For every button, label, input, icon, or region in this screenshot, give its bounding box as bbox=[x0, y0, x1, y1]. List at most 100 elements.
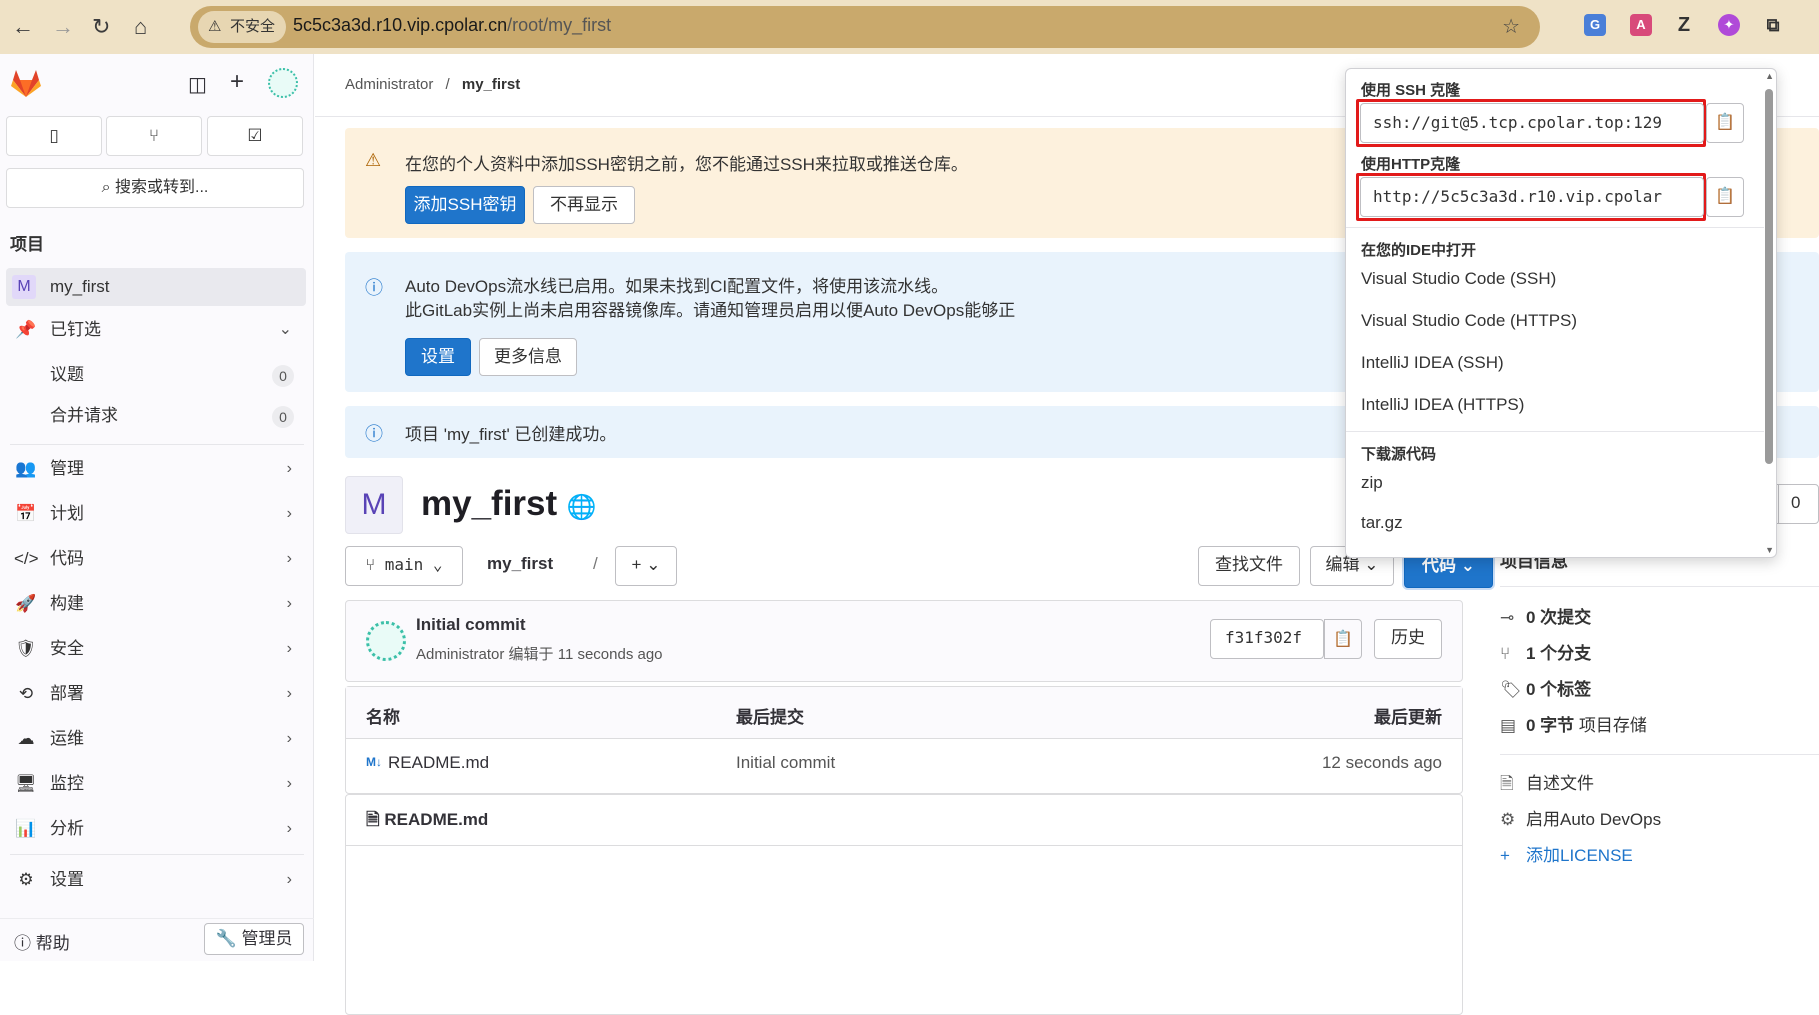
tag-icon: 🏷 bbox=[1500, 680, 1522, 699]
add-ssh-key-button[interactable]: 添加SSH密钥 bbox=[405, 186, 525, 224]
open-vscode-https[interactable]: Visual Studio Code (HTTPS) bbox=[1361, 311, 1577, 331]
add-license-link[interactable]: + 添加LICENSE bbox=[1500, 842, 1633, 870]
storage-link[interactable]: ▤ 0 字节 项目存储 bbox=[1500, 712, 1647, 740]
commits-link[interactable]: ⊸ 0 次提交 bbox=[1500, 604, 1591, 632]
brain-extension-icon[interactable]: ✦ bbox=[1718, 14, 1740, 36]
chevron-down-icon: ⌄ bbox=[278, 321, 292, 338]
readme-link[interactable]: 🗎 自述文件 bbox=[1500, 770, 1594, 798]
todos-shortcut-button[interactable]: ☑ bbox=[207, 116, 303, 156]
browser-chrome: ← → ↻ ⌂ ⚠ 不安全 5c5c3a3d.r10.vip.cpolar.cn… bbox=[0, 0, 1819, 54]
sidebar-item-deploy[interactable]: ⟲ 部署 › bbox=[6, 675, 306, 713]
sidebar-item-project[interactable]: M my_first bbox=[6, 268, 306, 306]
download-zip[interactable]: zip bbox=[1361, 473, 1383, 493]
security-indicator[interactable]: ⚠ 不安全 bbox=[198, 11, 286, 43]
home-icon[interactable]: ⌂ bbox=[134, 14, 147, 40]
branches-link[interactable]: ⑂ 1 个分支 bbox=[1500, 640, 1591, 668]
sidebar-item-security[interactable]: 🛡 安全 › bbox=[6, 630, 306, 668]
download-tar-gz[interactable]: tar.gz bbox=[1361, 513, 1403, 533]
translate-extension-icon[interactable]: G bbox=[1584, 14, 1606, 36]
dictionary-extension-icon[interactable]: A bbox=[1630, 14, 1652, 36]
find-file-button[interactable]: 查找文件 bbox=[1198, 546, 1300, 586]
scroll-up-icon[interactable]: ▲ bbox=[1765, 71, 1774, 81]
copy-http-url-button[interactable]: 📋 bbox=[1706, 177, 1744, 217]
copy-ssh-url-button[interactable]: 📋 bbox=[1706, 103, 1744, 143]
ssh-clone-url-input[interactable]: ssh://git@5.tcp.cpolar.top:129 bbox=[1360, 103, 1704, 143]
open-vscode-ssh[interactable]: Visual Studio Code (SSH) bbox=[1361, 269, 1556, 289]
address-bar[interactable]: ⚠ 不安全 5c5c3a3d.r10.vip.cpolar.cn/root/my… bbox=[190, 6, 1540, 48]
sidebar-item-analyze[interactable]: 📊 分析 › bbox=[6, 810, 306, 848]
sidebar-toggle-icon[interactable]: ◫ bbox=[188, 72, 207, 97]
clipboard-icon: 📋 bbox=[1715, 114, 1735, 131]
branch-icon: ⑂ bbox=[1500, 644, 1511, 663]
search-button[interactable]: ⌕ 搜索或转到... bbox=[6, 168, 304, 208]
sidebar-item-settings[interactable]: ⚙ 设置 › bbox=[6, 861, 306, 899]
search-icon: ⌕ bbox=[101, 179, 111, 196]
admin-button[interactable]: 🔧 管理员 bbox=[204, 923, 304, 955]
forward-icon[interactable]: → bbox=[52, 14, 74, 40]
z-extension-icon[interactable]: Z bbox=[1673, 14, 1695, 36]
reload-icon[interactable]: ↻ bbox=[92, 14, 110, 40]
sidebar-item-plan[interactable]: 📅 计划 › bbox=[6, 495, 306, 533]
markdown-icon: M↓ bbox=[366, 755, 382, 769]
chevron-right-icon: › bbox=[286, 640, 292, 657]
gitlab-logo-icon[interactable] bbox=[10, 68, 42, 98]
sidebar-item-issues[interactable]: 议题 0 bbox=[6, 356, 306, 394]
tags-link[interactable]: 🏷 0 个标签 bbox=[1500, 676, 1591, 704]
chevron-down-icon: ⌄ bbox=[646, 555, 661, 574]
sidebar-item-code[interactable]: </> 代码 › bbox=[6, 540, 306, 578]
sidebar-item-pinned[interactable]: 📌 已钉选 ⌄ bbox=[6, 311, 306, 349]
scroll-down-icon[interactable]: ▼ bbox=[1765, 545, 1774, 555]
merge-requests-shortcut-button[interactable]: ⑂ bbox=[106, 116, 202, 156]
author-avatar[interactable] bbox=[366, 621, 406, 661]
branch-selector[interactable]: ⑂ main ⌄ bbox=[345, 546, 463, 586]
open-intellij-ssh[interactable]: IntelliJ IDEA (SSH) bbox=[1361, 353, 1504, 373]
create-new-icon[interactable]: + bbox=[230, 68, 244, 96]
scrollbar-thumb[interactable] bbox=[1765, 89, 1773, 464]
readme-panel: 🗎 README.md bbox=[345, 794, 1463, 1015]
commit-sha[interactable]: f31f302f 📋 bbox=[1210, 619, 1362, 659]
open-intellij-https[interactable]: IntelliJ IDEA (HTTPS) bbox=[1361, 395, 1524, 415]
help-link[interactable]: ⓘ 帮助 bbox=[14, 929, 70, 954]
sidebar-footer: ⓘ 帮助 🔧 管理员 bbox=[0, 918, 314, 961]
dont-show-again-button[interactable]: 不再显示 bbox=[533, 186, 635, 224]
sidebar-item-merge-requests[interactable]: 合并请求 0 bbox=[6, 397, 306, 435]
commit-title[interactable]: Initial commit bbox=[416, 615, 526, 635]
plus-icon: + bbox=[1500, 846, 1510, 865]
cloud-gear-icon: ☁ bbox=[17, 729, 35, 748]
enable-devops-link[interactable]: ⚙ 启用Auto DevOps bbox=[1500, 806, 1661, 834]
breadcrumb-current[interactable]: my_first bbox=[462, 76, 520, 93]
copy-sha-icon[interactable]: 📋 bbox=[1324, 619, 1362, 659]
chevron-right-icon: › bbox=[286, 775, 292, 792]
chart-icon: 📊 bbox=[15, 819, 37, 838]
file-icon: 🗎 bbox=[366, 810, 380, 829]
breadcrumb-root[interactable]: Administrator bbox=[345, 76, 433, 93]
add-to-tree-button[interactable]: + ⌄ bbox=[615, 546, 677, 586]
users-icon: 👥 bbox=[15, 459, 37, 478]
chevron-right-icon: › bbox=[286, 505, 292, 522]
user-avatar[interactable] bbox=[268, 68, 298, 98]
chevron-right-icon: › bbox=[286, 871, 292, 888]
issues-shortcut-button[interactable]: ▯ bbox=[6, 116, 102, 156]
repo-path[interactable]: my_first bbox=[487, 554, 553, 574]
sidebar-item-monitor[interactable]: 🖥 监控 › bbox=[6, 765, 306, 803]
clone-dropdown: 使用 SSH 克隆 ssh://git@5.tcp.cpolar.top:129… bbox=[1345, 68, 1777, 558]
history-button[interactable]: 历史 bbox=[1374, 619, 1442, 659]
more-info-button[interactable]: 更多信息 bbox=[479, 338, 577, 376]
sidebar-item-build[interactable]: 🚀 构建 › bbox=[6, 585, 306, 623]
file-last-commit[interactable]: Initial commit bbox=[736, 753, 835, 773]
main-content: Administrator / my_first ⚠ 在您的个人资料中添加SSH… bbox=[315, 54, 1819, 1015]
globe-icon: 🌐 bbox=[566, 494, 597, 521]
repository-toolbar: ⑂ main ⌄ my_first / + ⌄ 查找文件 编辑 ⌄ 代码 ⌄ bbox=[345, 544, 1493, 588]
url-text[interactable]: 5c5c3a3d.r10.vip.cpolar.cn/root/my_first bbox=[293, 15, 611, 36]
sidebar-item-manage[interactable]: 👥 管理 › bbox=[6, 450, 306, 488]
devops-settings-button[interactable]: 设置 bbox=[405, 338, 471, 376]
extensions-puzzle-icon[interactable]: ⧉ bbox=[1762, 14, 1784, 36]
file-name[interactable]: README.md bbox=[388, 753, 489, 773]
dropdown-scrollbar[interactable]: ▲ ▼ bbox=[1762, 69, 1776, 557]
http-clone-url-input[interactable]: http://5c5c3a3d.r10.vip.cpolar bbox=[1360, 177, 1704, 217]
sidebar-item-operate[interactable]: ☁ 运维 › bbox=[6, 720, 306, 758]
back-icon[interactable]: ← bbox=[12, 14, 34, 40]
table-row[interactable]: M↓ README.md Initial commit 12 seconds a… bbox=[346, 739, 1462, 791]
calendar-icon: 📅 bbox=[15, 504, 37, 523]
bookmark-star-icon[interactable]: ☆ bbox=[1502, 14, 1520, 39]
